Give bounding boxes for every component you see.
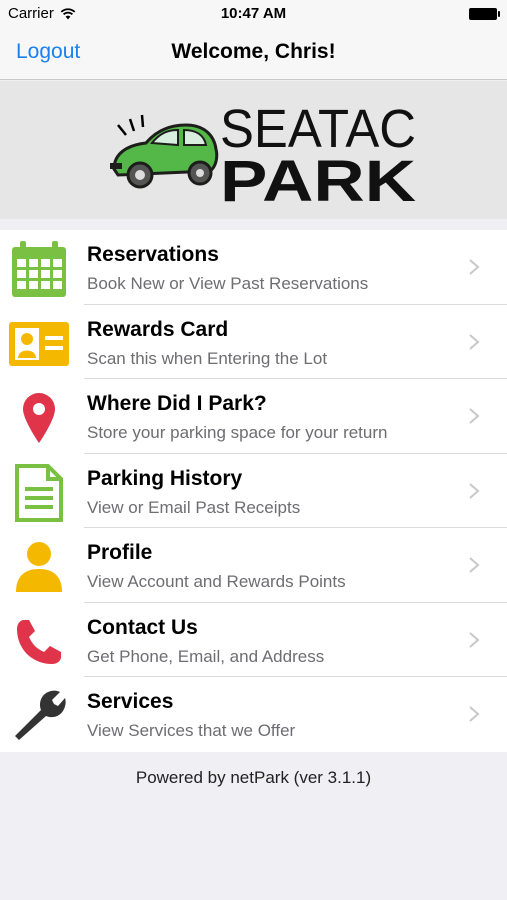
logout-button[interactable]: Logout	[16, 40, 80, 64]
chevron-right-icon	[469, 259, 480, 275]
person-icon	[8, 536, 70, 598]
logo-banner: SEATAC PARK	[0, 81, 507, 219]
seatac-park-logo: SEATAC PARK	[110, 99, 416, 207]
menu-item-label: Contact Us	[87, 615, 198, 639]
menu-item-services[interactable]: Services View Services that we Offer	[0, 677, 507, 752]
footer-powered-by: Powered by netPark (ver 3.1.1)	[135, 768, 372, 787]
chevron-right-icon	[469, 482, 480, 499]
document-icon	[8, 462, 70, 524]
menu-item-label: Reservations	[87, 243, 219, 266]
status-bar: Carrier 10:47 AM	[0, 0, 507, 28]
main-menu: Reservations Book New or View Past Reser…	[0, 230, 507, 752]
navigation-bar: Logout Welcome, Chris!	[0, 28, 507, 80]
menu-item-subtitle: View Services that we Offer	[87, 721, 296, 740]
phone-icon	[8, 611, 70, 673]
map-pin-icon	[8, 387, 70, 449]
menu-item-label: Profile	[87, 541, 153, 564]
menu-item-label: Rewards Card	[87, 317, 229, 341]
menu-item-label: Where Did I Park?	[87, 392, 267, 415]
menu-item-subtitle: Store your parking space for your return	[87, 423, 388, 442]
chevron-right-icon	[469, 557, 480, 573]
menu-item-profile[interactable]: Profile View Account and Rewards Points	[0, 528, 507, 603]
menu-item-rewards-card[interactable]: Rewards Card Scan this when Entering the…	[0, 305, 507, 379]
menu-item-parking-history[interactable]: Parking History View or Email Past Recei…	[0, 454, 507, 528]
status-time: 10:47 AM	[220, 5, 287, 22]
calendar-icon	[8, 238, 70, 300]
menu-item-subtitle: Book New or View Past Reservations	[87, 274, 369, 293]
menu-item-subtitle: Scan this when Entering the Lot	[87, 348, 328, 368]
menu-item-label: Services	[87, 690, 174, 713]
logo-text-park: PARK	[220, 149, 416, 207]
chevron-right-icon	[469, 706, 480, 722]
menu-item-where-did-i-park[interactable]: Where Did I Park? Store your parking spa…	[0, 379, 507, 454]
battery-icon	[469, 8, 500, 20]
wrench-icon	[8, 685, 70, 747]
menu-item-subtitle: Get Phone, Email, and Address	[87, 646, 325, 666]
id-card-icon	[8, 313, 70, 375]
chevron-right-icon	[469, 408, 480, 424]
menu-item-label: Parking History	[87, 466, 243, 490]
menu-item-subtitle: View Account and Rewards Points	[87, 572, 346, 591]
car-icon	[110, 114, 219, 189]
menu-item-subtitle: View or Email Past Receipts	[87, 497, 301, 517]
menu-item-contact-us[interactable]: Contact Us Get Phone, Email, and Address	[0, 603, 507, 677]
menu-item-reservations[interactable]: Reservations Book New or View Past Reser…	[0, 230, 507, 305]
chevron-right-icon	[469, 333, 480, 350]
chevron-right-icon	[469, 631, 480, 648]
